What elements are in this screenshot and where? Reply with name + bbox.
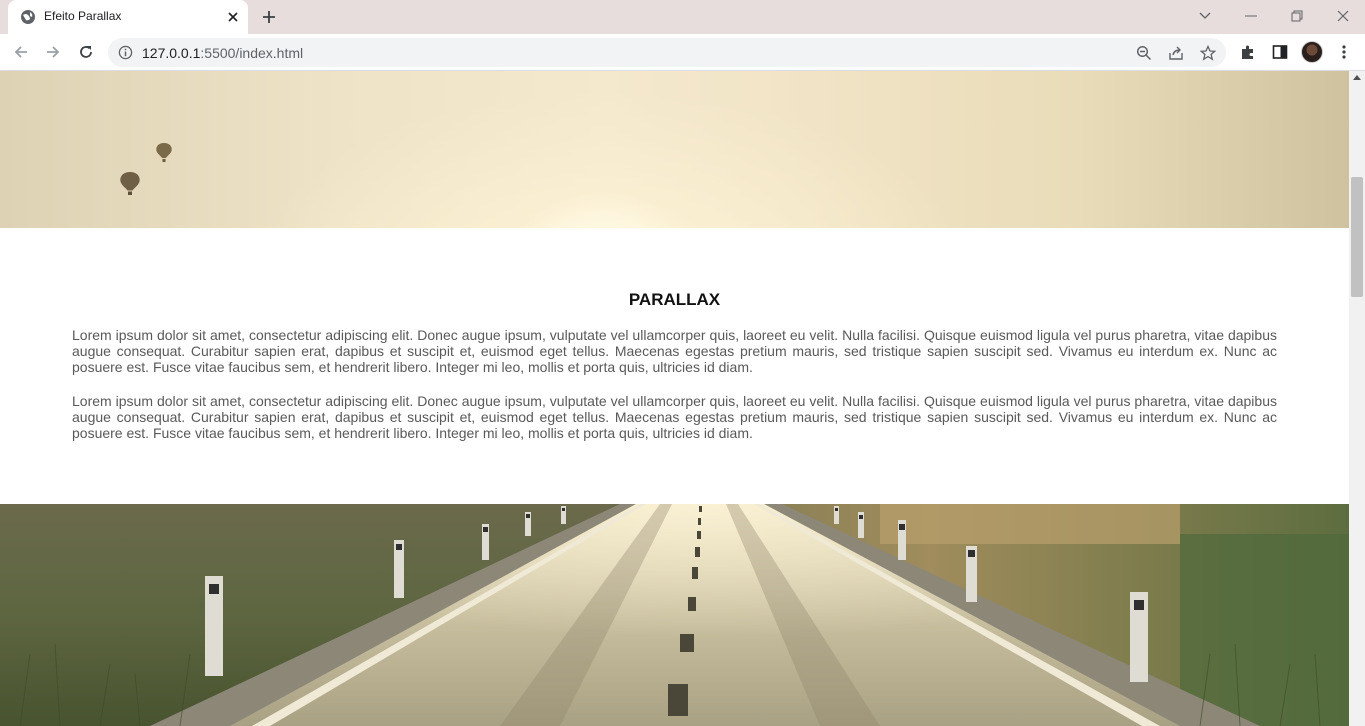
page-viewport: PARALLAX Lorem ipsum dolor sit amet, con… bbox=[0, 71, 1349, 726]
tab-search-icon[interactable] bbox=[1192, 4, 1218, 28]
side-panel-icon[interactable] bbox=[1269, 41, 1291, 63]
info-icon[interactable] bbox=[118, 45, 133, 60]
restore-icon[interactable] bbox=[1284, 4, 1310, 28]
close-window-icon[interactable] bbox=[1330, 4, 1356, 28]
page-scrollbar[interactable] bbox=[1349, 71, 1365, 726]
url-text: 127.0.0.1:5500/index.html bbox=[142, 45, 303, 61]
extensions-icon[interactable] bbox=[1237, 41, 1259, 63]
content-section: PARALLAX Lorem ipsum dolor sit amet, con… bbox=[0, 228, 1349, 504]
star-icon[interactable] bbox=[1198, 43, 1218, 63]
address-bar[interactable]: 127.0.0.1:5500/index.html bbox=[108, 38, 1226, 67]
hot-air-balloon-icon bbox=[156, 143, 172, 162]
hot-air-balloon-icon bbox=[120, 172, 140, 195]
tab-title: Efeito Parallax bbox=[44, 9, 122, 23]
paragraph: Lorem ipsum dolor sit amet, consectetur … bbox=[72, 327, 1277, 375]
browser-titlebar: Efeito Parallax bbox=[0, 0, 1365, 34]
avatar[interactable] bbox=[1301, 41, 1323, 63]
browser-toolbar: 127.0.0.1:5500/index.html bbox=[0, 34, 1365, 71]
scrollbar-thumb[interactable] bbox=[1351, 177, 1363, 297]
forward-icon[interactable] bbox=[40, 39, 66, 65]
tab-close-icon[interactable] bbox=[224, 8, 242, 26]
sky-parallax-image bbox=[0, 71, 1349, 228]
url-path: :5500/index.html bbox=[200, 45, 304, 61]
new-tab-icon[interactable] bbox=[258, 6, 280, 28]
back-icon[interactable] bbox=[8, 39, 34, 65]
paragraph: Lorem ipsum dolor sit amet, consectetur … bbox=[72, 393, 1277, 441]
page-title: PARALLAX bbox=[628, 290, 721, 309]
share-icon[interactable] bbox=[1166, 43, 1186, 63]
road-parallax-image bbox=[0, 504, 1349, 726]
browser-tab[interactable]: Efeito Parallax bbox=[8, 0, 248, 34]
reload-icon[interactable] bbox=[73, 39, 99, 65]
menu-icon[interactable] bbox=[1333, 41, 1355, 63]
globe-icon bbox=[21, 10, 35, 24]
scroll-up-arrow-icon[interactable] bbox=[1353, 75, 1361, 80]
url-host: 127.0.0.1 bbox=[142, 45, 201, 61]
zoom-out-icon[interactable] bbox=[1134, 43, 1154, 63]
minimize-icon[interactable] bbox=[1238, 4, 1264, 28]
